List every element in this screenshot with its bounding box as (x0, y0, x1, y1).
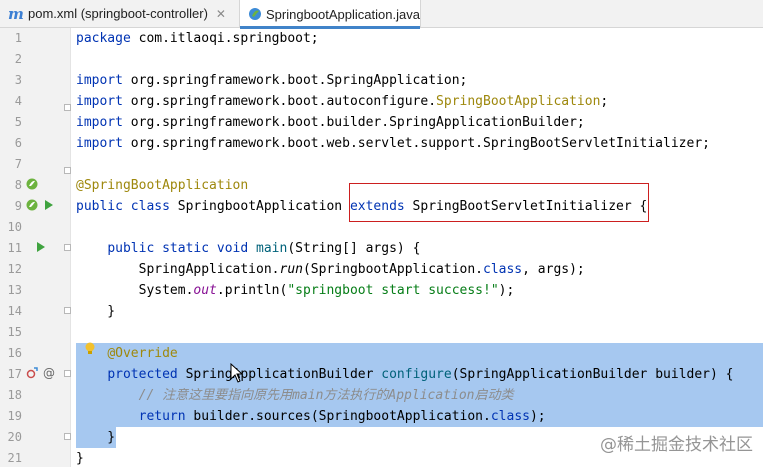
run-icon[interactable] (44, 199, 54, 211)
fold-marker[interactable] (64, 433, 71, 440)
code-text: import org.springframework.boot.builder.… (76, 115, 585, 130)
annotation-icon[interactable]: @ (43, 366, 55, 380)
override-method-icon[interactable] (26, 367, 38, 379)
code-line: 12 SpringApplication.run(SpringbootAppli… (0, 259, 763, 280)
code-line: 19 return builder.sources(SpringbootAppl… (0, 406, 763, 427)
lightbulb-icon[interactable] (84, 342, 96, 356)
code-line: 15 (0, 322, 763, 343)
code-text: import org.springframework.boot.SpringAp… (76, 73, 468, 88)
code-text: } (76, 304, 116, 319)
code-text: System.out.println("springboot start suc… (76, 283, 515, 298)
maven-icon: m (8, 4, 24, 23)
run-icon[interactable] (36, 241, 46, 253)
line-number: 14 (7, 304, 22, 318)
fold-marker[interactable] (64, 370, 71, 377)
line-number: 12 (7, 262, 22, 276)
line-number: 6 (14, 136, 22, 150)
spring-java-file-icon (249, 8, 261, 20)
code-line: 18 // 注意这里要指向原先用main方法执行的Application启动类 (0, 385, 763, 406)
line-number: 20 (7, 430, 22, 444)
line-number: 18 (7, 388, 22, 402)
line-number: 13 (7, 283, 22, 297)
code-line: 16 @Override (0, 343, 763, 364)
code-text: return builder.sources(SpringbootApplica… (138, 409, 546, 424)
line-number: 2 (14, 52, 22, 66)
code-line: 17 protected SpringApplicationBuilder co… (0, 364, 763, 385)
code-line: 13 System.out.println("springboot start … (0, 280, 763, 301)
spring-bean-icon[interactable] (26, 178, 38, 190)
fold-marker[interactable] (64, 104, 71, 111)
code-text: } (76, 430, 116, 445)
line-number: 7 (14, 157, 22, 171)
line-number: 10 (7, 220, 22, 234)
line-number: 21 (7, 451, 22, 465)
line-number: 5 (14, 115, 22, 129)
code-text: import org.springframework.boot.web.serv… (76, 136, 710, 151)
code-text: import org.springframework.boot.autoconf… (76, 94, 609, 109)
line-number: 9 (14, 199, 22, 213)
highlight-box (349, 183, 649, 222)
tab-springboot-application[interactable]: SpringbootApplication.java (239, 0, 421, 29)
fold-marker[interactable] (64, 307, 71, 314)
line-number: 1 (14, 31, 22, 45)
editor-tab-bar: m pom.xml (springboot-controller) ✕ Spri… (0, 0, 763, 29)
code-line: 14 } (0, 301, 763, 322)
line-number: 11 (7, 241, 22, 255)
code-text: protected SpringApplicationBuilder confi… (107, 367, 734, 382)
fold-marker[interactable] (64, 244, 71, 251)
code-line: 6 import org.springframework.boot.web.se… (0, 133, 763, 154)
code-line: 7 (0, 154, 763, 175)
spring-bean-icon[interactable] (26, 199, 38, 211)
mouse-cursor-icon (230, 363, 244, 383)
code-line: 4 import org.springframework.boot.autoco… (0, 91, 763, 112)
tab-label: SpringbootApplication.java (266, 6, 420, 22)
tab-label: pom.xml (springboot-controller) (28, 6, 208, 21)
code-line: 5 import org.springframework.boot.builde… (0, 112, 763, 133)
line-number: 17 (7, 367, 22, 381)
line-number: 4 (14, 94, 22, 108)
code-comment: // 注意这里要指向原先用main方法执行的Application启动类 (76, 388, 514, 403)
line-number: 19 (7, 409, 22, 423)
watermark: @稀土掘金技术社区 (600, 435, 753, 455)
code-text: } (76, 451, 84, 466)
line-number: 8 (14, 178, 22, 192)
fold-marker[interactable] (64, 167, 71, 174)
code-text: @SpringBootApplication (76, 178, 249, 193)
code-text: SpringApplication.run(SpringbootApplicat… (76, 262, 585, 277)
code-line: 3 import org.springframework.boot.Spring… (0, 70, 763, 91)
tab-pom-xml[interactable]: m pom.xml (springboot-controller) ✕ (0, 0, 238, 27)
line-number: 3 (14, 73, 22, 87)
code-text: public static void main(String[] args) { (107, 241, 421, 256)
code-text: package com.itlaoqi.springboot; (76, 31, 319, 46)
code-line: 1 package com.itlaoqi.springboot; (0, 28, 763, 49)
line-number: 15 (7, 325, 22, 339)
code-line: 2 (0, 49, 763, 70)
line-number: 16 (7, 346, 22, 360)
code-line: 11 public static void main(String[] args… (0, 238, 763, 259)
close-icon[interactable]: ✕ (216, 7, 226, 21)
